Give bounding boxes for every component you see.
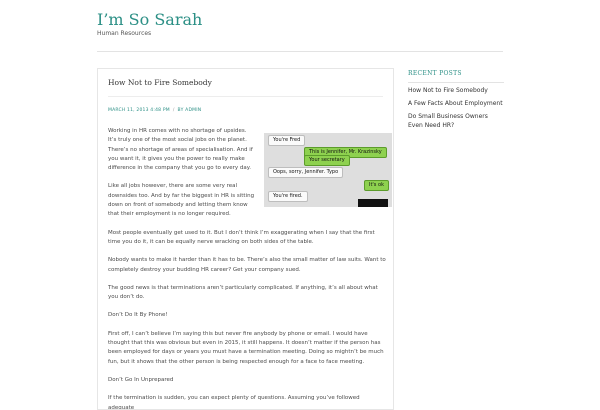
recent-post-link[interactable]: How Not to Fire Somebody xyxy=(408,86,504,95)
post-title[interactable]: How Not to Fire Somebody xyxy=(108,78,212,87)
widget-divider xyxy=(408,82,504,83)
post-paragraph: The good news is that terminations aren’… xyxy=(108,284,378,301)
post-paragraph: First off, I can’t believe I’m saying th… xyxy=(108,330,384,365)
post-meta: MARCH 11, 2013 4:48 PM / BY ADMIN xyxy=(108,108,201,113)
recent-post-link[interactable]: Do Small Business Owners Even Need HR? xyxy=(408,112,504,130)
recent-posts-title: RECENT POSTS xyxy=(408,70,462,77)
site-title[interactable]: I’m So Sarah xyxy=(97,10,202,29)
post-subheading: Don’t Do It By Phone! xyxy=(108,312,168,319)
post-paragraph: Working in HR comes with no shortage of … xyxy=(108,128,253,172)
recent-posts-list: How Not to Fire Somebody A Few Facts Abo… xyxy=(408,86,504,134)
recent-post-link[interactable]: A Few Facts About Employment xyxy=(408,99,504,108)
header-divider xyxy=(97,51,503,52)
meta-separator: / xyxy=(172,108,175,113)
post-paragraph: Nobody wants to make it harder than it h… xyxy=(108,257,386,273)
post-author[interactable]: BY ADMIN xyxy=(178,108,202,113)
post-content: Working in HR comes with no shortage of … xyxy=(108,127,386,410)
post-subheading: Don’t Go In Unprepared xyxy=(108,376,174,383)
title-divider xyxy=(108,96,383,97)
site-description: Human Resources xyxy=(97,30,152,37)
post-paragraph: Like all jobs however, there are some ve… xyxy=(108,183,255,218)
post-paragraph: Most people eventually get used to it. B… xyxy=(108,229,375,245)
post-article: How Not to Fire Somebody MARCH 11, 2013 … xyxy=(97,68,394,410)
post-paragraph: If the termination is sudden, you can ex… xyxy=(108,395,360,410)
post-date[interactable]: MARCH 11, 2013 4:48 PM xyxy=(108,108,170,113)
